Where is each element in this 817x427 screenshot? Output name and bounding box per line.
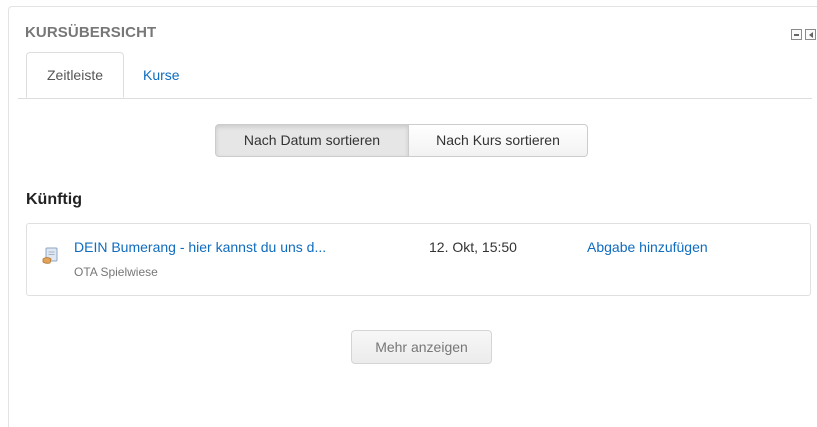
tab-bar: Zeitleiste Kurse: [18, 52, 812, 99]
minimize-icon[interactable]: [791, 29, 802, 40]
block-title: KURSÜBERSICHT: [25, 24, 157, 41]
event-list: DEIN Bumerang - hier kannst du uns d... …: [26, 223, 811, 296]
tab-zeitleiste[interactable]: Zeitleiste: [26, 52, 124, 98]
show-more-button[interactable]: Mehr anzeigen: [351, 330, 492, 364]
sort-by-date-button[interactable]: Nach Datum sortieren: [215, 124, 409, 157]
assignment-icon: [42, 247, 58, 264]
add-submission-link[interactable]: Abgabe hinzufügen: [587, 239, 708, 255]
dock-icon[interactable]: [805, 29, 816, 40]
event-name-link[interactable]: DEIN Bumerang - hier kannst du uns d...: [74, 239, 326, 255]
event-course-name: OTA Spielwiese: [74, 265, 158, 279]
block-controls: [791, 29, 816, 40]
sort-button-group: Nach Datum sortieren Nach Kurs sortieren: [215, 124, 588, 157]
tab-kurse[interactable]: Kurse: [128, 52, 195, 98]
section-heading: Künftig: [26, 191, 82, 208]
event-date: 12. Okt, 15:50: [429, 239, 517, 255]
sort-by-course-button[interactable]: Nach Kurs sortieren: [409, 124, 588, 157]
